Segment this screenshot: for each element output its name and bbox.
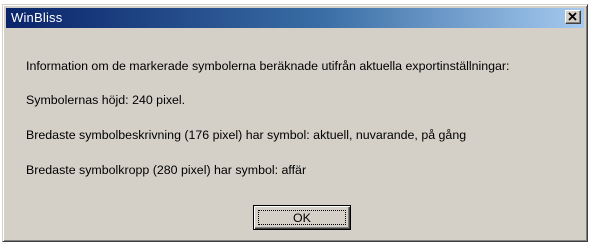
widest-body-text: Bredaste symbolkropp (280 pixel) har sym… — [26, 163, 307, 177]
close-icon — [568, 12, 577, 21]
ok-button[interactable]: OK — [253, 205, 351, 230]
title-bar[interactable]: WinBliss — [6, 8, 584, 28]
close-button[interactable] — [565, 10, 581, 24]
window-title: WinBliss — [11, 10, 63, 25]
message-dialog: WinBliss Information om de markerade sym… — [2, 4, 588, 242]
info-heading-text: Information om de markerade symbolerna b… — [26, 59, 510, 73]
ok-button-label: OK — [293, 211, 311, 225]
symbol-height-text: Symbolernas höjd: 240 pixel. — [26, 93, 186, 107]
widest-description-text: Bredaste symbolbeskrivning (176 pixel) h… — [26, 128, 467, 142]
